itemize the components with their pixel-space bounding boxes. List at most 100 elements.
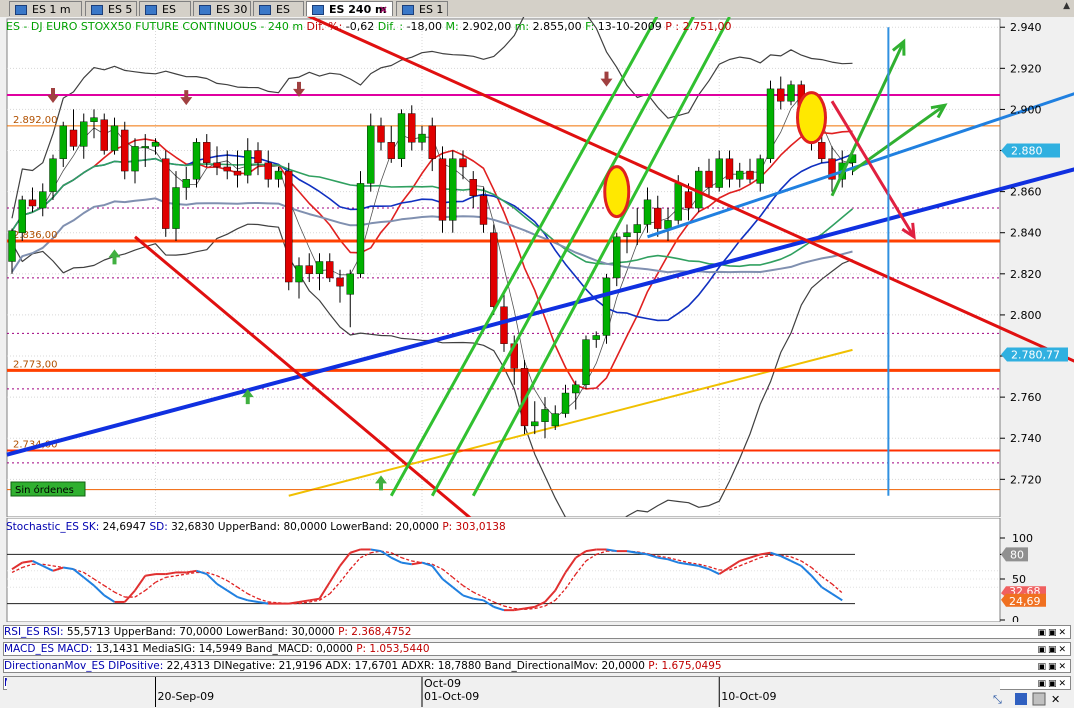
candle-body (285, 170, 293, 283)
y-tick-label: 2.740 (1010, 432, 1042, 445)
candle-body (397, 113, 406, 159)
candle-body (100, 119, 108, 151)
candle-body (592, 335, 600, 340)
indicator-p-value: P: 1.675,0495 (648, 660, 722, 672)
chart-window-icon (91, 5, 103, 15)
candle-body (346, 273, 354, 295)
chart-window-icon (15, 5, 27, 15)
candle-body (356, 183, 365, 275)
tab-es-30-m[interactable]: ES 30 m (193, 1, 251, 31)
candle-body (643, 199, 652, 225)
close-icon[interactable]: × (379, 2, 388, 17)
y-tick-label: 2.820 (1010, 268, 1042, 281)
chart-window-icon (402, 5, 414, 15)
candle-body (336, 277, 344, 287)
chart-window-icon (312, 5, 324, 15)
indicator-row[interactable]: DirectionanMov_ES DIPositive: 22,4313 DI… (3, 659, 1071, 673)
time-axis: 20-Sep-09Oct-0901-Oct-09 10-Oct-09 ✕⤡ (7, 677, 1060, 707)
tab-es-1-m[interactable]: ES 1 m (9, 1, 82, 16)
candle-body (244, 150, 252, 176)
chart-window-icon (199, 5, 211, 15)
candle-body (633, 224, 641, 233)
candle-body (110, 125, 119, 151)
candle-body (69, 129, 78, 147)
level-label: 2.773,00 (13, 359, 58, 370)
candle-body (541, 409, 549, 422)
candle-body (602, 277, 611, 336)
candle-body (367, 125, 375, 184)
x-tick-label: Oct-09 (424, 677, 461, 690)
svg-text:✕: ✕ (1051, 693, 1060, 706)
x-tick-label: 10-Oct-09 (721, 690, 776, 703)
candle-body (664, 220, 672, 229)
candle-body (377, 125, 385, 143)
x-tick-label: 01-Oct-09 (424, 690, 479, 703)
price-chart[interactable]: 2.892,002.836,002.773,002.734,00ES - DJ … (0, 17, 1074, 517)
candle-body (80, 121, 88, 147)
chart-area: 2.892,002.836,002.773,002.734,00ES - DJ … (0, 17, 1074, 708)
candle-body (162, 158, 170, 229)
candle-body (674, 183, 682, 221)
svg-text:2.780,77: 2.780,77 (1011, 348, 1060, 361)
candle-body (777, 88, 785, 102)
candle-body (387, 142, 395, 159)
candle-body (172, 187, 180, 229)
tab-es-15-m[interactable]: ES 15 m (139, 1, 191, 46)
y-tick-label: 2.720 (1010, 473, 1042, 486)
stochastic-header: Stochastic_ES SK: 24,6947 SD: 32,6830 Up… (6, 521, 506, 533)
indicator-name: DirectionanMov_ES DIPositive: (4, 660, 167, 672)
candle-body (500, 306, 508, 344)
indicator-row[interactable]: RSI_ES RSI: 55,5713 UpperBand: 70,0000 L… (3, 625, 1071, 639)
candle-body (203, 142, 211, 164)
candle-body (490, 232, 498, 307)
no-orders-badge[interactable]: Sin órdenes (10, 481, 86, 497)
y-tick-label: 50 (1012, 573, 1026, 586)
indicator-name: MACD_ES MACD: (4, 643, 96, 655)
tab-label: ES 1 m (32, 3, 71, 16)
candle-body (684, 191, 693, 209)
y-tick-label: 2.760 (1010, 391, 1042, 404)
candle-body (551, 413, 559, 427)
candle-body (561, 392, 570, 414)
candle-body (90, 117, 98, 122)
candle-body (305, 265, 313, 275)
panel-window-buttons[interactable]: ▣▣✕ (1037, 644, 1068, 655)
candle-body (459, 158, 467, 168)
y-tick-label: 2.920 (1010, 62, 1042, 75)
indicator-values: 55,5713 UpperBand: 70,0000 LowerBand: 30… (66, 626, 339, 638)
candle-body (582, 339, 590, 385)
candle-body (438, 158, 447, 221)
candle-body (654, 207, 662, 229)
panel-window-buttons[interactable]: ▣▣✕ (1037, 661, 1068, 672)
candle-body (572, 384, 580, 394)
candle-body (479, 195, 488, 225)
indicator-name: RSI_ES RSI: (4, 626, 67, 638)
tab-es-1-d[interactable]: ES 1 D (396, 1, 448, 31)
candle-body (787, 84, 795, 102)
tab-es-60-m[interactable]: ES 60 m (253, 1, 304, 46)
y-tick-label: 2.860 (1010, 186, 1042, 199)
panel-window-buttons[interactable]: ▣▣✕ (1037, 627, 1068, 638)
bottom-toolbar[interactable]: ✕⤡ (993, 692, 1060, 706)
candle-body (725, 158, 734, 180)
indicator-row[interactable]: MACD_ES MACD: 13,1431 MediaSIG: 14,5949 … (3, 642, 1071, 656)
candle-body (428, 125, 436, 159)
candle-body (192, 142, 201, 180)
stochastic-panel[interactable]: Stochastic_ES SK: 24,6947 SD: 32,6830 Up… (0, 518, 1074, 622)
last-price-badge: 2.880 (1001, 143, 1060, 158)
candle-body (469, 179, 477, 196)
candle-body (121, 129, 129, 172)
candle-body (182, 179, 190, 188)
candle-body (18, 199, 26, 233)
scroll-up-icon[interactable]: ▲ (1063, 1, 1070, 11)
tab-es-5-m[interactable]: ES 5 m (85, 1, 137, 31)
y-tick-label: 2.940 (1010, 21, 1042, 34)
candle-body (39, 191, 47, 209)
y-tick-label: 0 (1012, 614, 1019, 622)
candle-body (8, 230, 16, 262)
candle-body (233, 170, 242, 176)
tab-es-240-m[interactable]: ES 240 m × (306, 1, 393, 16)
candle-body (715, 158, 723, 188)
highlight-ellipse (796, 91, 827, 145)
chart-window-icon (145, 5, 157, 15)
